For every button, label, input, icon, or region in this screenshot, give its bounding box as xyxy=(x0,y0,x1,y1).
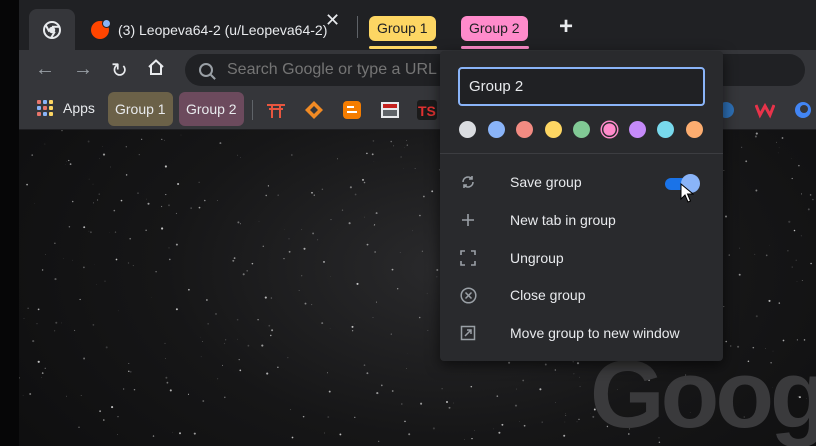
tab-strip: (3) Leopeva64-2 (u/Leopeva64-2) ✕ Group … xyxy=(19,0,816,50)
bookmark-separator xyxy=(252,100,253,120)
menu-item-ungroup[interactable]: Ungroup xyxy=(440,240,723,276)
menu-item-label: Move group to new window xyxy=(510,325,680,341)
apps-grid-icon xyxy=(37,100,53,116)
color-swatch-green[interactable] xyxy=(573,121,590,138)
forward-arrow-icon[interactable]: → xyxy=(73,58,93,81)
apps-label: Apps xyxy=(63,100,95,116)
mouse-cursor-icon xyxy=(680,183,694,203)
color-swatch-red[interactable] xyxy=(516,121,533,138)
color-swatch-orange[interactable] xyxy=(686,121,703,138)
browser-window: Goog (3) Leopeva64-2 (u/Leopeva64-2) ✕ G… xyxy=(0,0,816,446)
group-2-underline xyxy=(461,46,529,49)
menu-item-label: New tab in group xyxy=(510,212,616,228)
bookmark-apps[interactable]: Apps xyxy=(37,100,95,116)
menu-item-new-tab-in-group[interactable]: New tab in group xyxy=(440,202,723,238)
window-edge xyxy=(0,0,19,446)
menu-item-label: Close group xyxy=(510,287,586,303)
blogger-icon[interactable] xyxy=(342,100,362,120)
color-swatch-pink[interactable] xyxy=(603,123,616,136)
tab-separator xyxy=(357,16,358,38)
search-icon xyxy=(199,63,213,77)
group-name-input[interactable] xyxy=(458,67,705,106)
home-icon[interactable] xyxy=(147,58,165,82)
reddit-icon xyxy=(91,18,111,39)
menu-item-label: Ungroup xyxy=(510,250,564,266)
tab-reddit[interactable]: (3) Leopeva64-2 (u/Leopeva64-2) xyxy=(83,9,353,50)
sync-icon xyxy=(459,173,477,191)
w-icon[interactable] xyxy=(755,100,775,120)
group-1-underline xyxy=(369,46,437,49)
close-tab-icon[interactable]: ✕ xyxy=(325,11,340,29)
tab-group-chip-group-1[interactable]: Group 1 xyxy=(369,16,436,41)
new-tab-plus-icon[interactable]: + xyxy=(559,13,573,41)
panel-divider xyxy=(440,153,723,154)
ungroup-icon xyxy=(459,249,477,267)
bookmark-group-2[interactable]: Group 2 xyxy=(179,92,244,126)
book-icon[interactable] xyxy=(380,100,400,120)
torii-icon[interactable] xyxy=(266,100,286,120)
menu-item-label: Save group xyxy=(510,174,582,190)
color-swatch-grey[interactable] xyxy=(459,121,476,138)
color-swatch-yellow[interactable] xyxy=(545,121,562,138)
menu-item-move-group[interactable]: Move group to new window xyxy=(440,315,723,351)
color-swatch-blue[interactable] xyxy=(488,121,505,138)
bookmark-group-1[interactable]: Group 1 xyxy=(108,92,173,126)
menu-item-close-group[interactable]: Close group xyxy=(440,277,723,313)
svg-text:TS: TS xyxy=(418,103,436,119)
plus-icon xyxy=(459,211,477,229)
chrome-icon xyxy=(43,20,61,39)
color-swatch-purple[interactable] xyxy=(629,121,646,138)
tab-group-editor: Save group New tab in group Ungroup Clos… xyxy=(440,51,723,361)
reload-icon[interactable]: ↻ xyxy=(111,58,128,83)
back-arrow-icon[interactable]: ← xyxy=(35,58,55,81)
swirl-icon[interactable] xyxy=(793,100,813,120)
tab-title: (3) Leopeva64-2 (u/Leopeva64-2) xyxy=(118,21,328,38)
color-swatch-cyan[interactable] xyxy=(657,121,674,138)
diamond-icon[interactable] xyxy=(304,100,324,120)
close-circle-icon xyxy=(459,286,477,304)
open-window-icon xyxy=(459,324,477,342)
tab-group-chip-group-2[interactable]: Group 2 xyxy=(461,16,528,41)
tab-new-tab-page[interactable] xyxy=(29,9,75,50)
ts-icon[interactable]: TS xyxy=(417,100,437,120)
color-swatches xyxy=(459,121,709,139)
